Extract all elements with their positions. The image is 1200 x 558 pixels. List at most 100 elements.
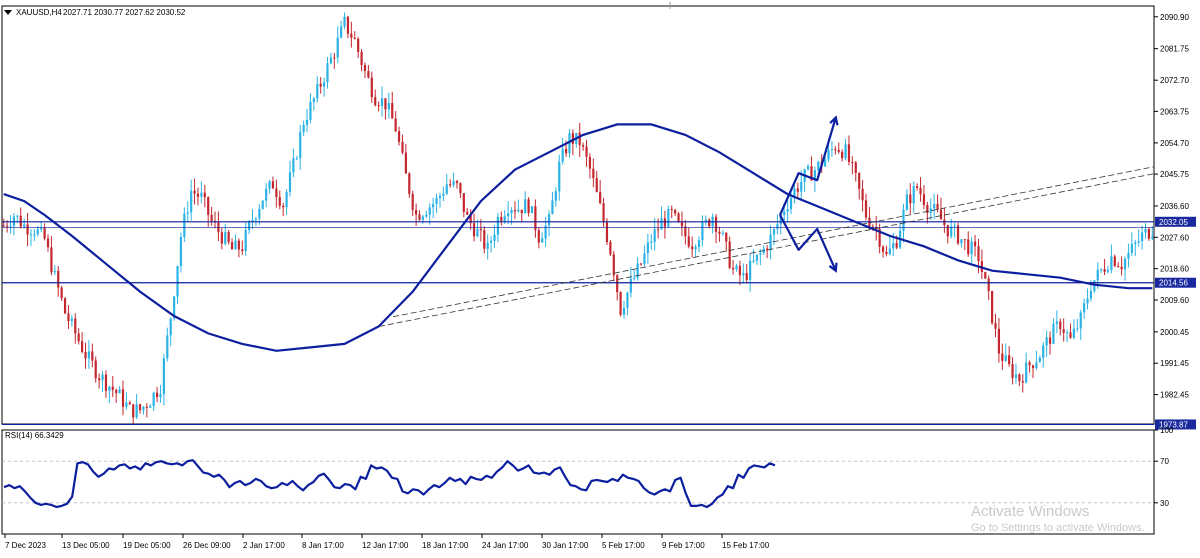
candle-body — [956, 225, 960, 244]
candle-body — [1052, 323, 1055, 344]
y-tick-label: 2072.70 — [1160, 76, 1189, 85]
candle-body — [360, 51, 363, 66]
candle-body — [53, 271, 56, 273]
candle-body — [507, 213, 510, 217]
candle-body — [991, 290, 994, 323]
candle-body — [772, 229, 776, 235]
candle-body — [322, 82, 326, 87]
candle-body — [111, 386, 114, 390]
candle-body — [1130, 244, 1133, 253]
candle-body — [312, 98, 315, 102]
candle-body — [527, 199, 530, 213]
candle-body — [1048, 337, 1052, 344]
candle-body — [217, 222, 220, 233]
candle-body — [261, 200, 264, 209]
candle-body — [408, 173, 411, 194]
candle-body — [643, 253, 646, 265]
rsi-tick-label: 30 — [1160, 499, 1169, 508]
candle-body — [517, 209, 520, 212]
candle-body — [1038, 357, 1041, 363]
candle-body — [145, 406, 148, 408]
candle-body — [1018, 374, 1021, 382]
y-tick-label: 2018.60 — [1160, 265, 1189, 274]
candle-body — [742, 273, 745, 276]
candle-body — [50, 247, 53, 273]
candle-body — [554, 191, 557, 201]
candle-body — [350, 33, 353, 38]
candle-body — [1028, 362, 1031, 366]
candle-body — [2, 225, 5, 227]
candle-body — [844, 144, 847, 159]
rsi-tick-label: 100 — [1160, 426, 1174, 435]
candle-body — [602, 203, 605, 223]
candle-body — [1134, 242, 1137, 245]
candle-body — [77, 333, 80, 342]
candle-body — [912, 186, 915, 204]
candle-body — [442, 193, 445, 196]
candle-body — [1120, 266, 1123, 270]
candle-body — [537, 230, 540, 243]
candle-body — [401, 141, 404, 153]
candle-body — [149, 405, 152, 408]
candle-body — [404, 152, 407, 174]
candle-body — [987, 278, 990, 291]
candle-body — [796, 188, 799, 192]
candle-body — [333, 57, 336, 59]
candle-body — [295, 158, 298, 160]
candle-body — [387, 103, 390, 110]
candle-body — [43, 227, 46, 239]
candle-body — [1062, 329, 1065, 333]
candle-body — [108, 386, 111, 391]
candle-body — [817, 161, 820, 171]
candle-body — [561, 148, 564, 162]
candle-body — [326, 63, 329, 83]
candle-body — [605, 222, 609, 243]
candle-body — [190, 190, 193, 213]
candle-body — [789, 198, 793, 210]
x-tick-label: 30 Jan 17:00 — [542, 541, 589, 550]
candle-body — [752, 260, 755, 262]
level-label: 2032.05 — [1159, 218, 1188, 227]
candle-body — [224, 232, 227, 244]
x-tick-label: 13 Dec 05:00 — [62, 541, 110, 550]
candle-body — [854, 162, 857, 173]
candle-body — [861, 188, 864, 201]
candle-body — [677, 213, 680, 222]
candle-body — [80, 341, 84, 352]
candle-body — [282, 205, 285, 208]
candle-body — [984, 272, 987, 279]
candle-body — [125, 402, 128, 407]
candle-body — [977, 246, 980, 262]
candle-body — [115, 389, 118, 394]
candle-body — [384, 98, 387, 110]
candle-body — [534, 206, 537, 231]
candle-body — [994, 322, 997, 329]
candle-body — [138, 404, 142, 411]
candle-body — [885, 251, 888, 255]
candle-body — [650, 241, 653, 243]
candle-body — [895, 242, 898, 248]
candle-body — [599, 192, 602, 204]
candle-body — [1089, 291, 1093, 299]
candle-body — [1031, 365, 1035, 369]
candle-body — [316, 83, 319, 99]
chart-root: 2090.90 2081.75 2072.70 2063.75 2054.70 2045.… — [0, 0, 1200, 553]
candle-body — [759, 253, 762, 255]
candle-body — [1042, 345, 1045, 358]
candle-body — [718, 231, 721, 234]
candle-body — [970, 241, 973, 255]
x-tick-label: 18 Jan 17:00 — [422, 541, 469, 550]
candle-body — [687, 236, 690, 247]
candle-body — [415, 209, 418, 215]
candle-body — [357, 38, 360, 52]
candle-body — [265, 188, 268, 201]
candle-body — [622, 307, 626, 315]
candle-body — [1076, 328, 1079, 330]
candle-body — [612, 254, 615, 276]
candle-body — [950, 226, 953, 237]
candle-body — [725, 232, 728, 242]
candle-body — [806, 166, 810, 170]
candle-body — [1117, 265, 1120, 267]
candle-body — [142, 406, 145, 411]
candle-body — [63, 298, 67, 314]
